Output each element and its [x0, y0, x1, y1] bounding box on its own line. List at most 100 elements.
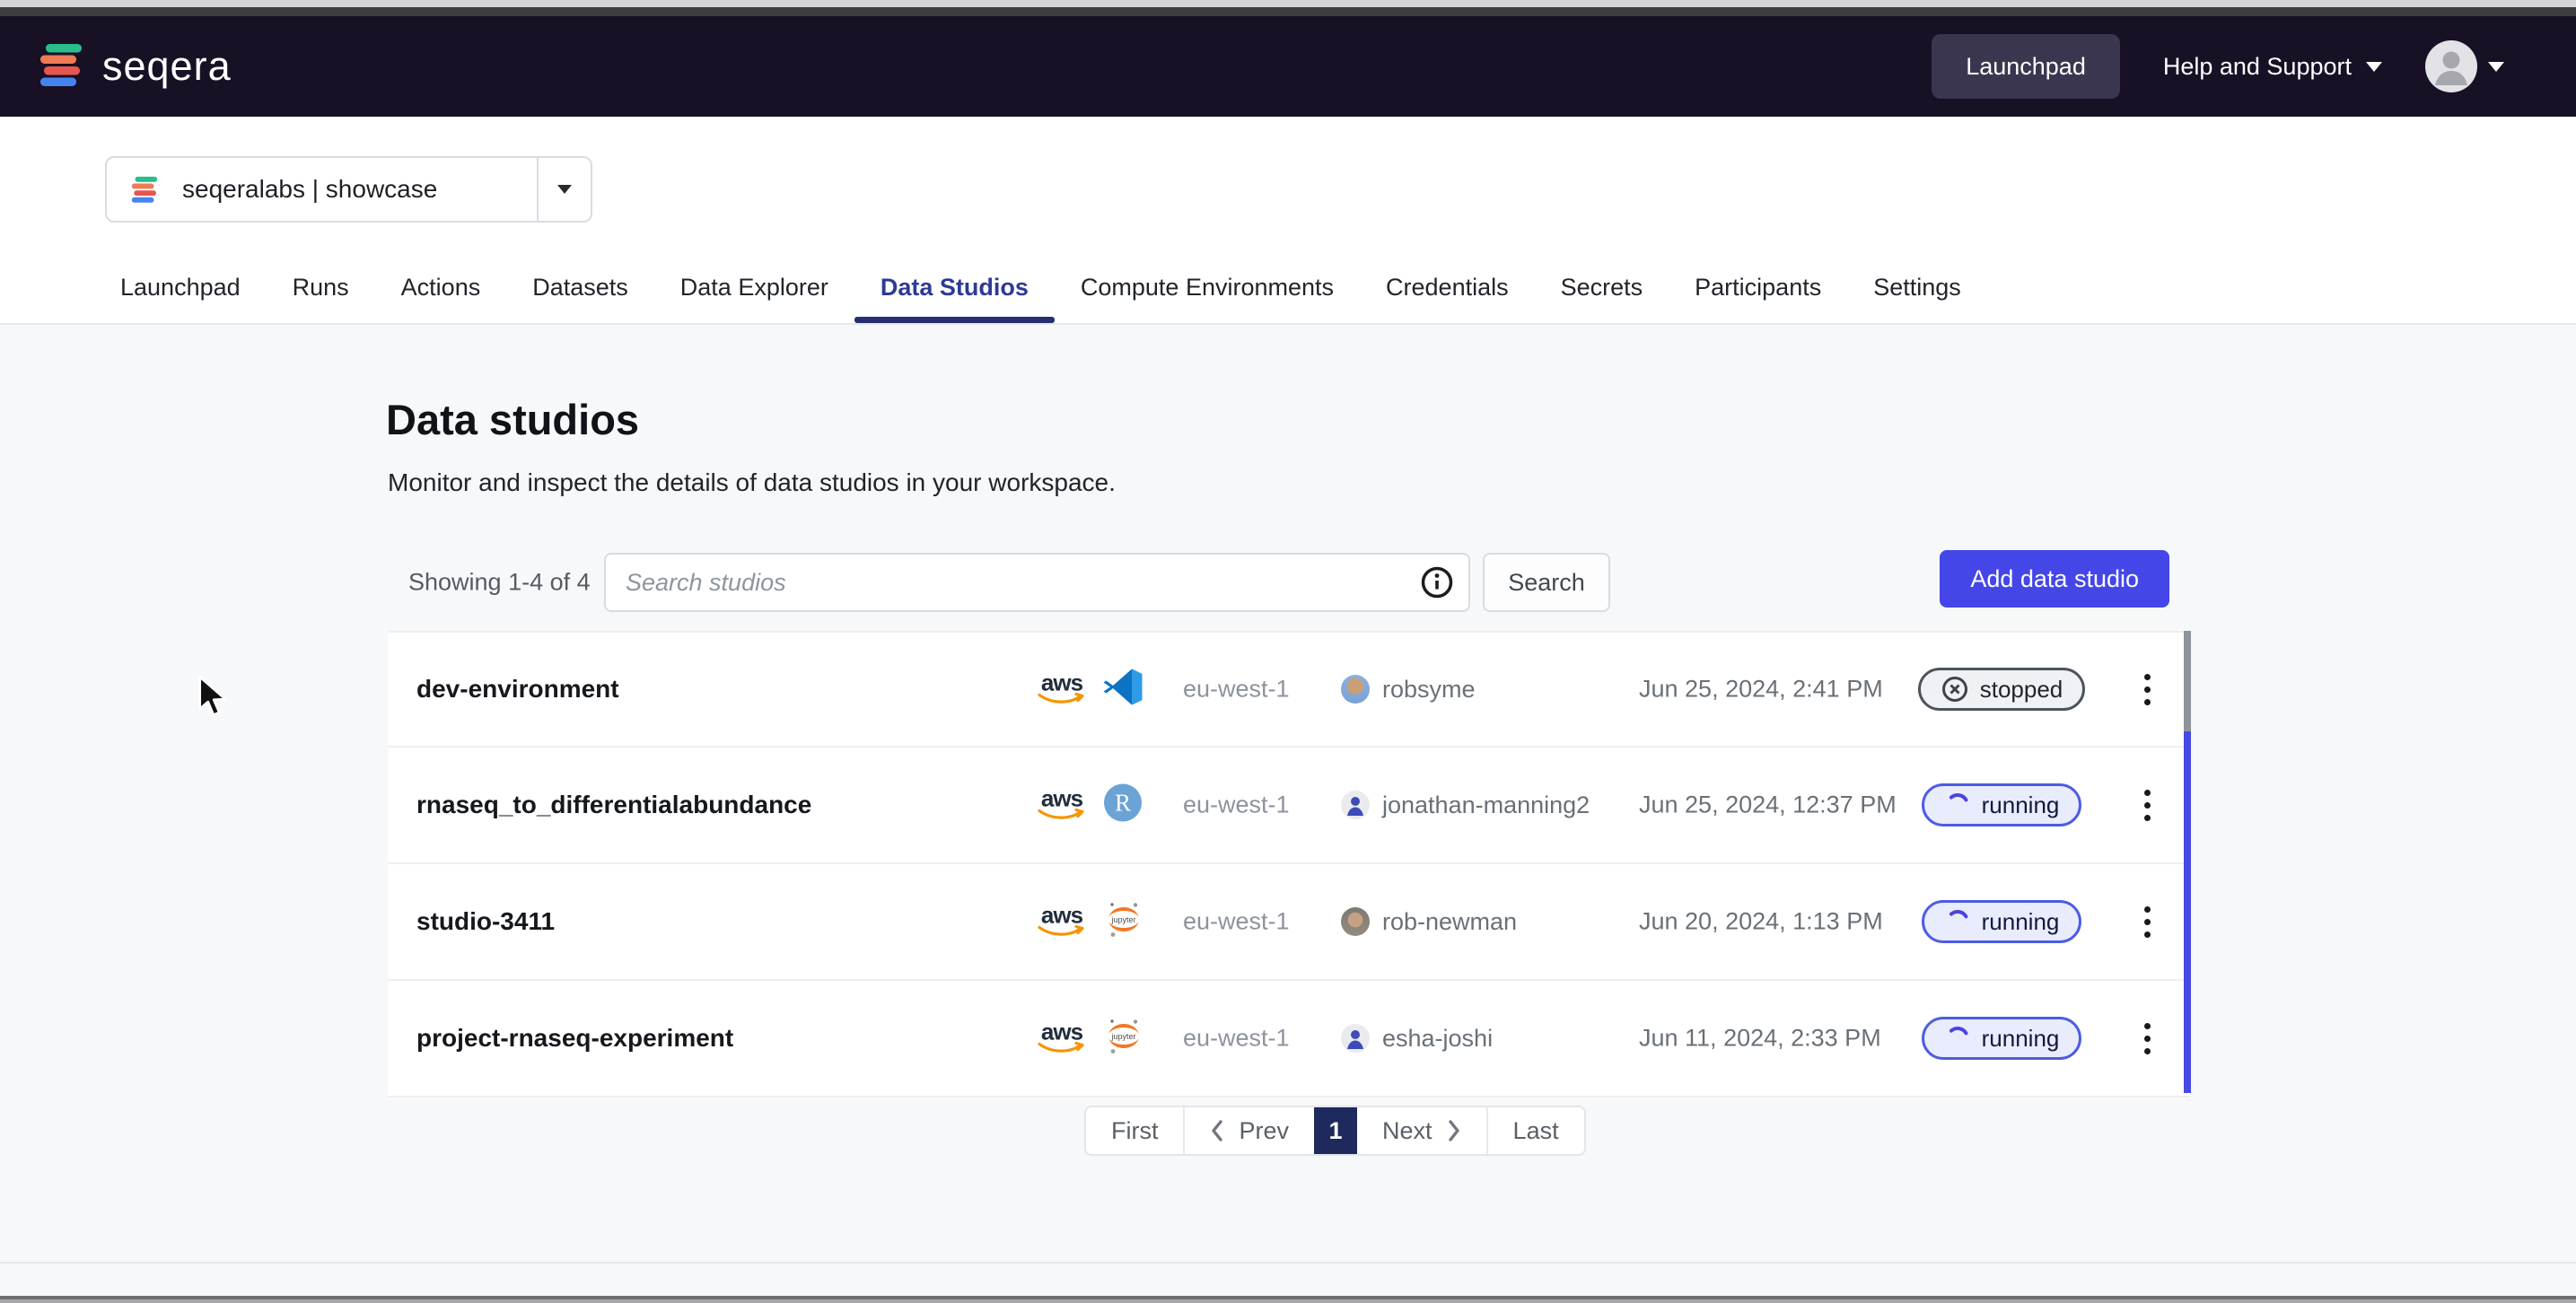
table-row[interactable]: rnaseq_to_differentialabundance aws R e	[388, 748, 2190, 864]
tab-data-explorer[interactable]: Data Explorer	[654, 274, 854, 323]
avatar	[2425, 40, 2477, 92]
studio-name[interactable]: project-rnaseq-experiment	[416, 1024, 733, 1053]
user-cell: robsyme	[1341, 675, 1476, 704]
seqera-logo-icon	[130, 175, 159, 204]
chevron-down-icon	[2366, 62, 2382, 72]
pagination-last[interactable]: Last	[1486, 1107, 1584, 1154]
workspace-tabs: Launchpad Runs Actions Datasets Data Exp…	[94, 274, 1987, 323]
user-avatar	[1341, 1024, 1370, 1053]
spinner-icon	[1944, 908, 1971, 935]
kebab-menu-icon[interactable]	[2127, 776, 2167, 834]
search-button[interactable]: Search	[1483, 553, 1610, 612]
created-date: Jun 20, 2024, 1:13 PM	[1639, 908, 1883, 936]
seqera-logo-icon	[38, 41, 84, 92]
environment-icons: aws jupyter	[1036, 898, 1145, 946]
user-avatar	[1341, 675, 1370, 704]
tab-compute-environments[interactable]: Compute Environments	[1055, 274, 1360, 323]
studio-name[interactable]: rnaseq_to_differentialabundance	[416, 791, 811, 819]
tab-datasets[interactable]: Datasets	[506, 274, 654, 323]
page-subtitle: Monitor and inspect the details of data …	[388, 468, 1116, 497]
region: eu-west-1	[1183, 676, 1290, 704]
status-badge: running	[1922, 900, 2082, 943]
chevron-down-icon	[557, 185, 572, 194]
kebab-menu-icon[interactable]	[2127, 893, 2167, 950]
aws-icon: aws	[1036, 672, 1088, 706]
window-top-edge-dark	[0, 7, 2576, 16]
status-cell: running	[1924, 1017, 2079, 1060]
top-navbar: seqera Launchpad Help and Support	[0, 16, 2576, 117]
mouse-cursor	[196, 675, 235, 720]
help-and-support-menu[interactable]: Help and Support	[2163, 53, 2382, 81]
aws-icon: aws	[1036, 905, 1088, 939]
launchpad-button[interactable]: Launchpad	[1932, 34, 2120, 99]
showing-count: Showing 1-4 of 4	[408, 569, 591, 597]
status-badge: stopped	[1918, 668, 2086, 711]
page-title: Data studios	[386, 395, 639, 444]
brand-name: seqera	[102, 43, 232, 90]
table-row[interactable]: dev-environment aws eu-west-1	[388, 631, 2190, 748]
svg-text:R: R	[1115, 790, 1131, 817]
page-footer	[0, 1262, 2576, 1296]
studio-name[interactable]: dev-environment	[416, 675, 619, 704]
username: rob-newman	[1382, 908, 1517, 936]
info-icon[interactable]	[1420, 565, 1454, 599]
workspace-header: seqeralabs | showcase Launchpad Runs Act…	[0, 117, 2576, 325]
username: robsyme	[1382, 676, 1476, 704]
studios-table: Showing 1-4 of 4 Search Add data studio …	[388, 534, 2190, 1097]
brand[interactable]: seqera	[38, 41, 232, 92]
aws-icon: aws	[1036, 788, 1088, 822]
environment-icons: aws	[1036, 667, 1143, 713]
jupyter-icon: jupyter	[1102, 898, 1145, 946]
chevron-left-icon	[1210, 1119, 1224, 1142]
tab-data-studios[interactable]: Data Studios	[854, 274, 1055, 323]
tab-runs[interactable]: Runs	[267, 274, 375, 323]
add-data-studio-button[interactable]: Add data studio	[1940, 550, 2169, 608]
workspace-dropdown-toggle[interactable]	[539, 185, 591, 194]
username: esha-joshi	[1382, 1025, 1493, 1053]
kebab-menu-icon[interactable]	[2127, 660, 2167, 718]
status-cell: running	[1924, 900, 2079, 943]
table-row[interactable]: project-rnaseq-experiment aws jupyter	[388, 981, 2190, 1097]
window-top-edge	[0, 0, 2576, 7]
search-input[interactable]	[606, 555, 1420, 610]
created-date: Jun 11, 2024, 2:33 PM	[1639, 1025, 1881, 1053]
user-menu[interactable]	[2425, 40, 2504, 92]
rstudio-icon: R	[1102, 783, 1143, 828]
search-field	[604, 553, 1470, 612]
studio-name[interactable]: studio-3411	[416, 907, 555, 936]
tab-credentials[interactable]: Credentials	[1360, 274, 1535, 323]
tab-launchpad[interactable]: Launchpad	[94, 274, 267, 323]
table-toolbar: Showing 1-4 of 4 Search Add data studio	[388, 534, 2190, 631]
jupyter-icon: jupyter	[1102, 1015, 1145, 1063]
status-cell: stopped	[1924, 668, 2079, 711]
chevron-down-icon	[2488, 62, 2504, 72]
pagination-current-page[interactable]: 1	[1314, 1107, 1357, 1154]
tab-secrets[interactable]: Secrets	[1535, 274, 1669, 323]
pagination-prev[interactable]: Prev	[1185, 1107, 1314, 1154]
kebab-menu-icon[interactable]	[2127, 1010, 2167, 1067]
user-avatar	[1341, 791, 1370, 819]
user-avatar	[1341, 907, 1370, 936]
created-date: Jun 25, 2024, 12:37 PM	[1639, 791, 1897, 819]
table-scrollbar	[2184, 631, 2191, 1093]
user-cell: esha-joshi	[1341, 1024, 1493, 1053]
spinner-icon	[1944, 791, 1971, 818]
pagination-first[interactable]: First	[1086, 1107, 1185, 1154]
status-badge: running	[1922, 1017, 2082, 1060]
status-cell: running	[1924, 783, 2079, 826]
table-row[interactable]: studio-3411 aws jupyter	[388, 864, 2190, 981]
scrollbar-thumb[interactable]	[2184, 631, 2191, 731]
workspace-selector[interactable]: seqeralabs | showcase	[105, 156, 592, 223]
tab-settings[interactable]: Settings	[1847, 274, 1987, 323]
scrollbar-track-accent	[2184, 731, 2191, 1093]
tab-participants[interactable]: Participants	[1669, 274, 1847, 323]
window-bottom-edge	[0, 1296, 2576, 1303]
help-label: Help and Support	[2163, 53, 2352, 81]
created-date: Jun 25, 2024, 2:41 PM	[1639, 676, 1883, 704]
vscode-icon	[1102, 667, 1143, 713]
pagination-next[interactable]: Next	[1357, 1107, 1486, 1154]
spinner-icon	[1944, 1025, 1971, 1052]
user-cell: jonathan-manning2	[1341, 791, 1590, 819]
chevron-right-icon	[1447, 1119, 1461, 1142]
tab-actions[interactable]: Actions	[375, 274, 507, 323]
